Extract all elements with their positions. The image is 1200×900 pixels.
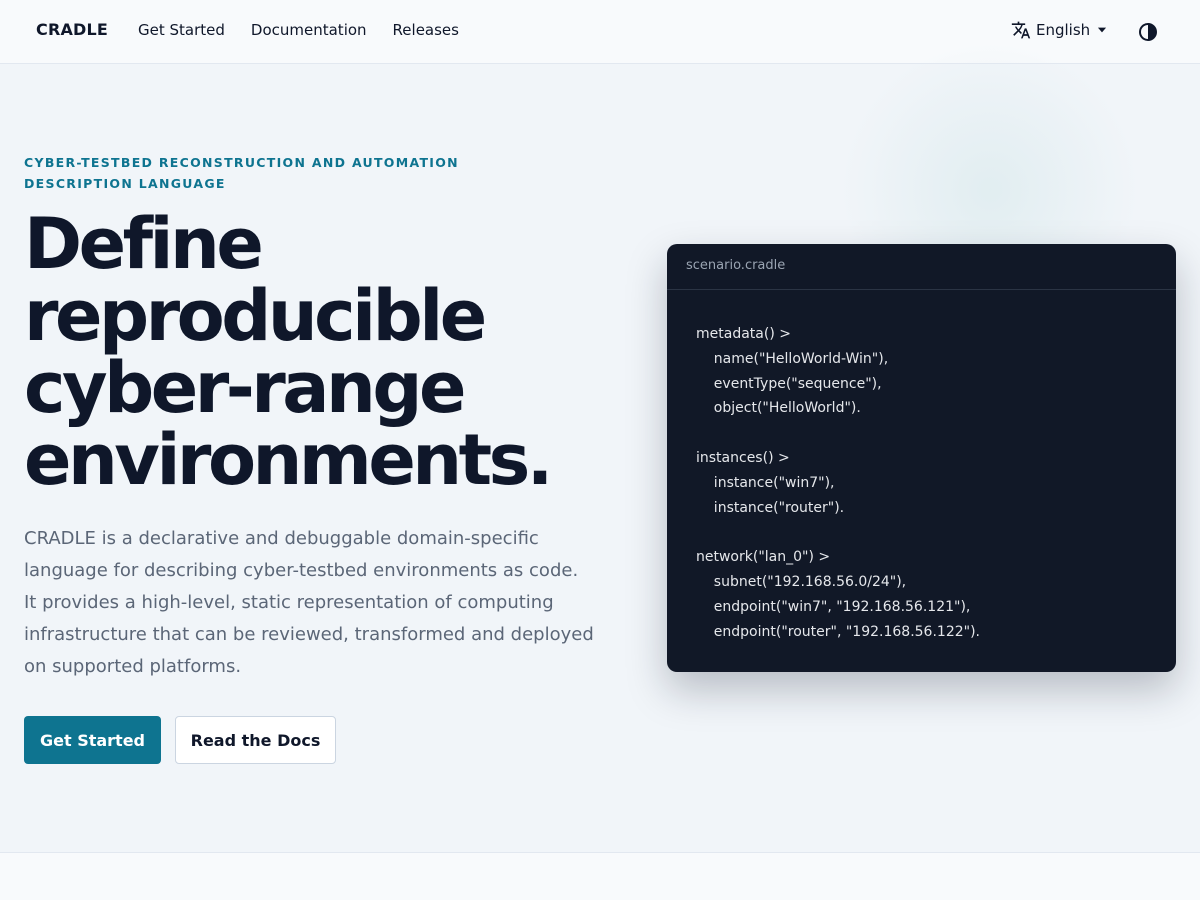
headline-line: reproducible bbox=[24, 275, 487, 357]
read-the-docs-button[interactable]: Read the Docs bbox=[175, 716, 336, 764]
language-label: English bbox=[1036, 21, 1091, 39]
brand-logo-link[interactable]: CRADLE bbox=[36, 20, 108, 39]
hero-eyebrow: CYBER-TESTBED RECONSTRUCTION AND AUTOMAT… bbox=[24, 155, 459, 191]
headline-line: Define bbox=[24, 203, 264, 285]
language-selector[interactable]: English bbox=[1011, 20, 1109, 40]
headline-line: environments. bbox=[24, 419, 553, 501]
nav-link-releases[interactable]: Releases bbox=[393, 21, 459, 39]
primary-nav: Get Started Documentation Releases bbox=[138, 21, 459, 39]
nav-link-get-started[interactable]: Get Started bbox=[138, 21, 225, 39]
theme-toggle-button[interactable] bbox=[1138, 22, 1158, 42]
nav-link-documentation[interactable]: Documentation bbox=[251, 21, 367, 39]
hero-headline: Define reproducible cyber-range environm… bbox=[24, 208, 624, 496]
caret-down-icon bbox=[1095, 23, 1109, 37]
next-section bbox=[0, 852, 1200, 900]
translate-icon bbox=[1011, 20, 1031, 40]
get-started-button[interactable]: Get Started bbox=[24, 716, 161, 764]
contrast-icon bbox=[1138, 23, 1158, 46]
headline-line: cyber-range bbox=[24, 347, 466, 429]
code-filename: scenario.cradle bbox=[667, 244, 1176, 290]
hero-description: CRADLE is a declarative and debuggable d… bbox=[24, 528, 594, 677]
code-snippet: metadata() > name("HelloWorld-Win"), eve… bbox=[696, 326, 980, 640]
code-example-card: scenario.cradle metadata() > name("Hello… bbox=[667, 244, 1176, 672]
